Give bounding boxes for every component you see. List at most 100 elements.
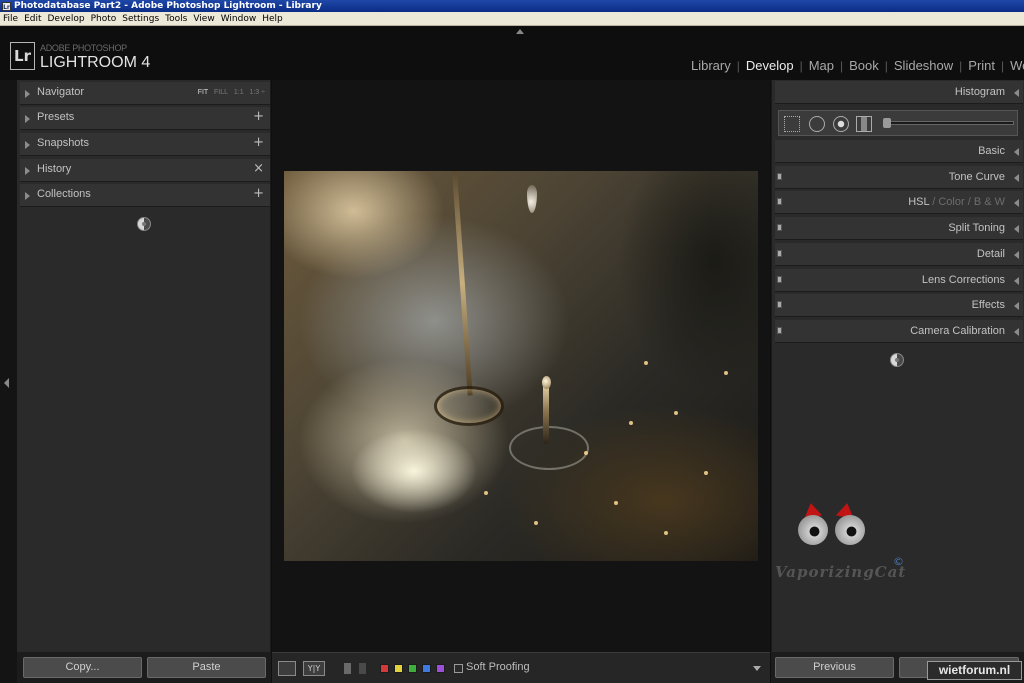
menu-settings[interactable]: Settings xyxy=(119,12,162,26)
tab-color[interactable]: Color xyxy=(938,196,964,208)
previous-button[interactable]: Previous xyxy=(775,657,894,678)
presets-panel-header[interactable]: Presets + xyxy=(20,107,270,130)
panel-switch-icon[interactable] xyxy=(777,301,782,308)
add-collection-icon[interactable]: + xyxy=(253,186,264,201)
spot-removal-tool-icon[interactable] xyxy=(809,116,825,132)
expand-triangle-icon xyxy=(25,115,30,123)
color-label-purple[interactable] xyxy=(436,664,445,673)
app-icon: Lr xyxy=(2,1,11,11)
module-web[interactable]: We xyxy=(1004,58,1024,73)
graduated-filter-tool-icon[interactable] xyxy=(856,116,872,132)
panel-switch-icon[interactable] xyxy=(777,250,782,257)
menu-photo[interactable]: Photo xyxy=(88,12,120,26)
zoom-1-3[interactable]: 1:3 ÷ xyxy=(249,89,265,96)
color-label-red[interactable] xyxy=(380,664,389,673)
expand-triangle-icon xyxy=(25,192,30,200)
hsl-separator: / xyxy=(964,196,974,208)
panel-switch-icon[interactable] xyxy=(777,327,782,334)
histogram-panel-header[interactable]: Histogram xyxy=(775,81,1023,104)
effects-panel-header[interactable]: Effects xyxy=(775,294,1023,317)
reject-flag-icon[interactable] xyxy=(359,663,366,674)
navigator-zoom-options: FIT FILL 1:1 1:3 ÷ xyxy=(198,89,265,96)
module-picker: Library | Develop | Map | Book | Slidesh… xyxy=(685,58,1024,73)
menu-develop[interactable]: Develop xyxy=(45,12,88,26)
tone-curve-panel-header[interactable]: Tone Curve xyxy=(775,166,1023,189)
module-book[interactable]: Book xyxy=(843,58,885,73)
flag-icon[interactable] xyxy=(344,663,351,674)
color-label-yellow[interactable] xyxy=(394,664,403,673)
collapse-triangle-icon xyxy=(1014,328,1019,336)
bubble xyxy=(644,361,648,365)
effects-label: Effects xyxy=(971,299,1005,311)
toolbar-options-chevron-down-icon[interactable] xyxy=(753,666,761,671)
color-label-blue[interactable] xyxy=(422,664,431,673)
collapse-triangle-icon xyxy=(1014,174,1019,182)
window-title: Photodatabase Part2 - Adobe Photoshop Li… xyxy=(14,1,322,11)
hsl-panel-header[interactable]: HSL / Color / B & W xyxy=(775,191,1023,214)
menu-window[interactable]: Window xyxy=(218,12,260,26)
brush-slider-knob[interactable] xyxy=(883,118,891,128)
basic-panel-header[interactable]: Basic xyxy=(775,140,1023,163)
panel-switch-icon[interactable] xyxy=(777,198,782,205)
brush-slider[interactable] xyxy=(886,121,1014,125)
collapse-top-panel-icon[interactable] xyxy=(516,29,524,34)
history-panel-header[interactable]: History × xyxy=(20,159,270,182)
add-snapshot-icon[interactable]: + xyxy=(253,135,264,150)
menu-file[interactable]: File xyxy=(0,12,21,26)
title-bar: Lr Photodatabase Part2 - Adobe Photoshop… xyxy=(0,0,1024,12)
ripple xyxy=(509,426,589,470)
menu-help[interactable]: Help xyxy=(259,12,286,26)
collapse-triangle-icon xyxy=(1014,277,1019,285)
menu-edit[interactable]: Edit xyxy=(21,12,44,26)
navigator-label: Navigator xyxy=(37,86,85,98)
panel-switch-icon[interactable] xyxy=(777,276,782,283)
add-preset-icon[interactable]: + xyxy=(253,109,264,124)
split-toning-panel-header[interactable]: Split Toning xyxy=(775,217,1023,240)
bubble xyxy=(724,371,728,375)
detail-panel-header[interactable]: Detail xyxy=(775,243,1023,266)
navigator-panel-header[interactable]: Navigator FIT FILL 1:1 1:3 ÷ xyxy=(20,82,270,105)
module-develop[interactable]: Develop xyxy=(740,58,800,73)
module-print[interactable]: Print xyxy=(962,58,1001,73)
split-toning-label: Split Toning xyxy=(948,222,1005,234)
collections-panel-header[interactable]: Collections + xyxy=(20,184,270,207)
photo-water-drops[interactable] xyxy=(284,171,758,561)
camera-calibration-panel-header[interactable]: Camera Calibration xyxy=(775,320,1023,343)
bubble xyxy=(614,501,618,505)
menu-view[interactable]: View xyxy=(190,12,217,26)
collapse-left-panel-icon[interactable] xyxy=(4,378,9,388)
module-header: Lr ADOBE PHOTOSHOP LIGHTROOM 4 Library |… xyxy=(0,27,1024,79)
histogram-label: Histogram xyxy=(954,86,1005,98)
ripple xyxy=(434,386,504,426)
presets-label: Presets xyxy=(37,111,75,123)
image-canvas xyxy=(272,80,770,652)
brand-title: LIGHTROOM 4 xyxy=(40,54,151,71)
zoom-fill[interactable]: FILL xyxy=(214,89,228,96)
before-after-icon[interactable]: Y|Y xyxy=(303,661,325,676)
menu-tools[interactable]: Tools xyxy=(162,12,190,26)
copy-button[interactable]: Copy... xyxy=(23,657,142,678)
soft-proofing-checkbox[interactable] xyxy=(454,664,463,673)
water-stream xyxy=(452,171,473,396)
module-map[interactable]: Map xyxy=(803,58,840,73)
module-slideshow[interactable]: Slideshow xyxy=(888,58,959,73)
crop-overlay-tool-icon[interactable] xyxy=(784,116,800,132)
watermark-text: VaporizingCat xyxy=(775,563,907,581)
snapshots-panel-header[interactable]: Snapshots + xyxy=(20,133,270,156)
red-eye-tool-icon[interactable] xyxy=(833,116,849,132)
module-library[interactable]: Library xyxy=(685,58,737,73)
tab-bw[interactable]: B & W xyxy=(974,196,1005,208)
zoom-fit[interactable]: FIT xyxy=(198,89,209,96)
loupe-view-icon[interactable] xyxy=(278,661,296,676)
paste-button[interactable]: Paste xyxy=(147,657,266,678)
lightroom-logo: Lr xyxy=(10,42,35,70)
bubble xyxy=(704,471,708,475)
color-label-green[interactable] xyxy=(408,664,417,673)
develop-toolbar: Y|Y Soft Proofing xyxy=(272,652,770,683)
zoom-1-1[interactable]: 1:1 xyxy=(234,89,244,96)
panel-switch-icon[interactable] xyxy=(777,173,782,180)
lens-corrections-panel-header[interactable]: Lens Corrections xyxy=(775,269,1023,292)
tab-hsl[interactable]: HSL xyxy=(908,196,929,208)
clear-history-icon[interactable]: × xyxy=(253,161,264,176)
panel-switch-icon[interactable] xyxy=(777,224,782,231)
